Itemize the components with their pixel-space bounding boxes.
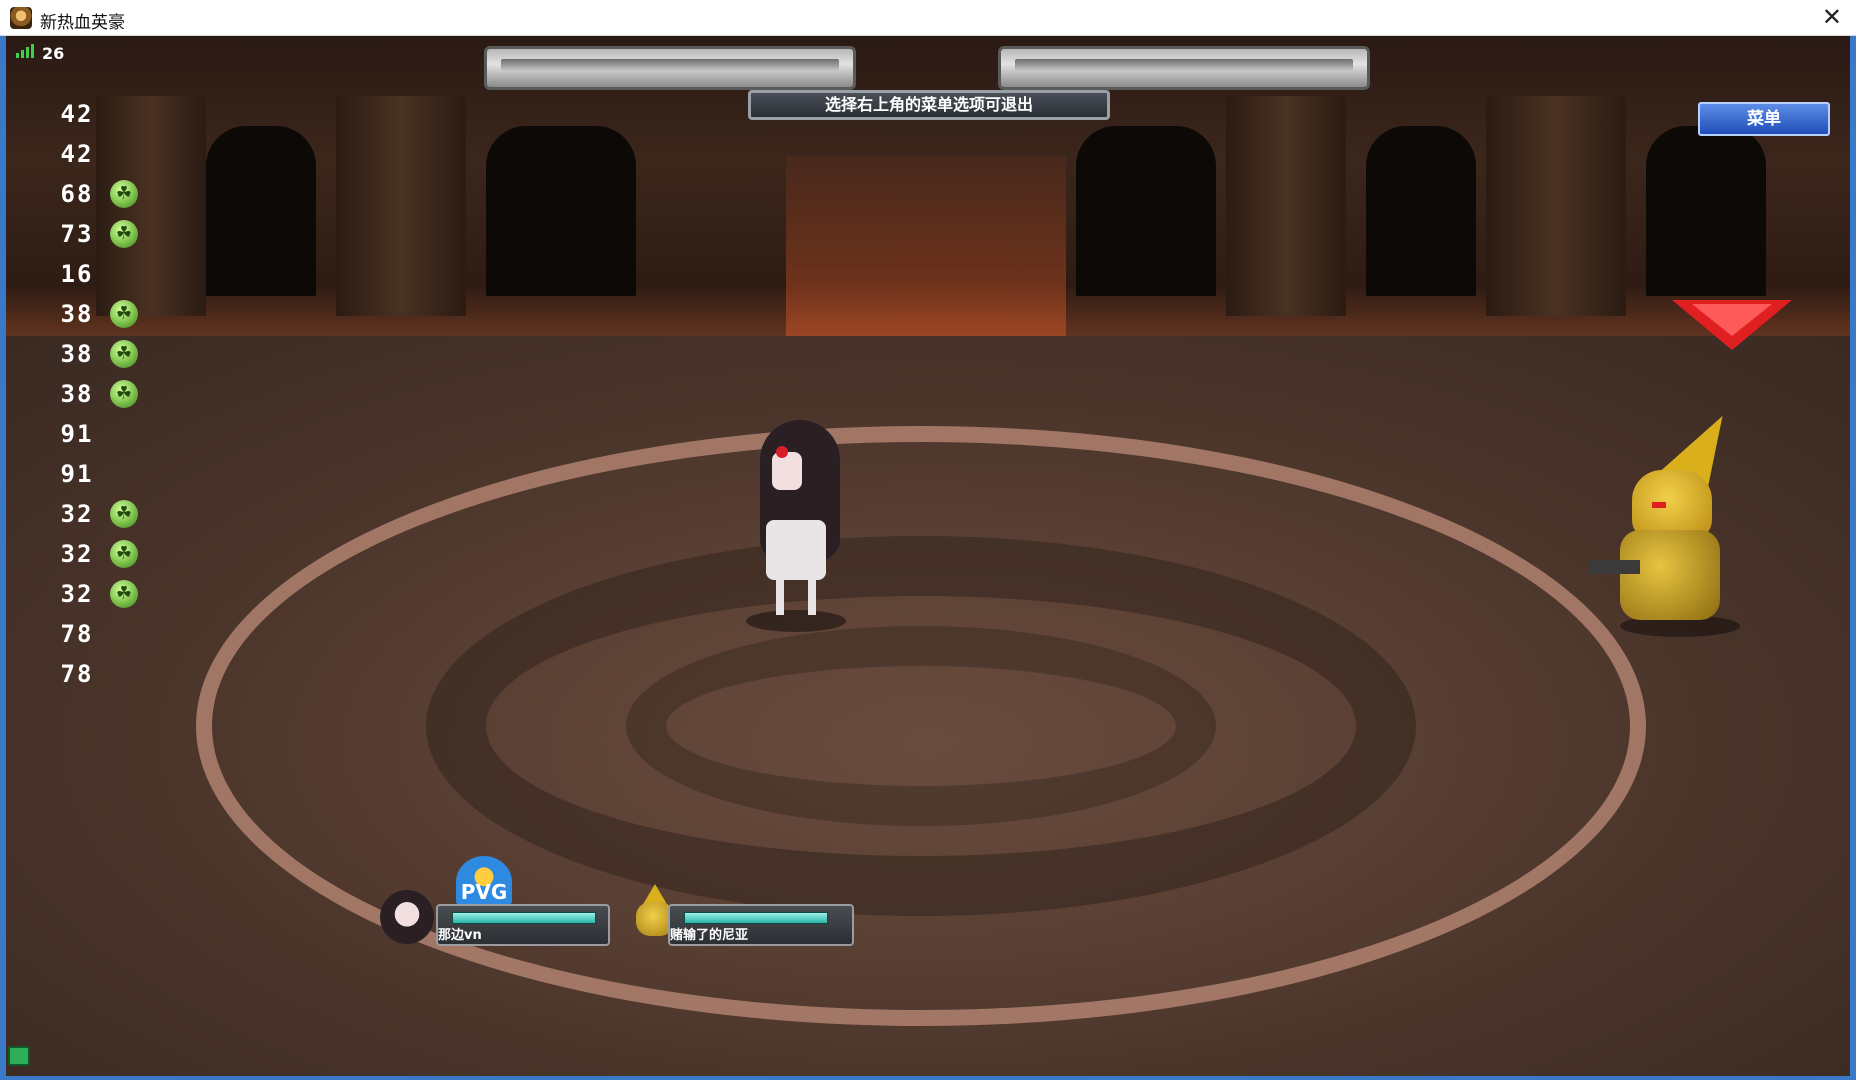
skill-cooldown-row: 16 [52,256,152,296]
skill-cooldown-value: 38 [60,300,94,328]
close-button[interactable]: ✕ [1822,3,1842,31]
skill-cooldown-row: 78 [52,656,152,696]
enemy-hp-bar [684,912,828,924]
skill-cooldown-value: 91 [60,460,94,488]
leaf-ready-icon: ☘ [110,220,138,248]
leaf-ready-icon: ☘ [110,540,138,568]
skill-cooldown-value: 38 [60,380,94,408]
arena-archway [1366,126,1476,296]
skill-cooldown-value: 42 [60,100,94,128]
arena-archway [1076,126,1216,296]
arena-pillar [1486,96,1626,316]
leaf-ready-icon: ☘ [110,580,138,608]
player-hp-bar [452,912,596,924]
window-title: 新热血英豪 [40,13,125,33]
enemy-weapon [1590,560,1640,574]
enemy-armor [1620,530,1720,620]
skill-cooldown-value: 68 [60,180,94,208]
pvp-badge-icon: PVG [456,856,512,908]
arena-archway [486,126,636,296]
fps-counter: 26 [42,44,65,63]
window-frame-bottom [0,1076,1856,1080]
skill-cooldown-row: 91 [52,416,152,456]
skill-cooldown-value: 32 [60,500,94,528]
leaf-ready-icon: ☘ [110,180,138,208]
player-unit-bar: 那边vn [436,904,610,946]
tray-icon[interactable] [8,1046,30,1066]
skill-cooldown-row: 78 [52,616,152,656]
arena-ring-core [626,626,1216,826]
team-hp-slot-right [998,46,1370,90]
leaf-ready-icon: ☘ [110,300,138,328]
skill-cooldown-row: 38 ☘ [52,336,152,376]
team-hp-slot-left [484,46,856,90]
enemy-marker-highlight [1692,304,1772,336]
skill-cooldown-row: 32 ☘ [52,576,152,616]
leaf-ready-icon: ☘ [110,500,138,528]
player-character [736,420,856,632]
skill-cooldown-row: 32 ☘ [52,536,152,576]
leaf-ready-icon: ☘ [110,380,138,408]
arena-archway [1646,126,1766,296]
leaf-ready-icon: ☘ [110,340,138,368]
skill-cooldown-value: 78 [60,620,94,648]
exit-hint-banner: 选择右上角的菜单选项可退出 [748,90,1110,120]
arena-gate-glow [786,156,1066,366]
skill-cooldown-value: 73 [60,220,94,248]
signal-icon [16,44,34,58]
player-name: 那边vn [438,928,482,943]
enemy-unit-bar: 赌输了的尼亚 [668,904,854,946]
arena-archway [206,126,316,296]
skill-cooldown-value: 91 [60,420,94,448]
window-frame-right [1850,36,1856,1080]
app-icon [10,7,32,29]
skill-cooldown-row: 42 [52,96,152,136]
enemy-eye [1652,502,1666,508]
skill-cooldown-value: 42 [60,140,94,168]
skill-cooldown-row: 68 ☘ [52,176,152,216]
skill-cooldown-row: 42 [52,136,152,176]
skill-cooldown-row: 91 [52,456,152,496]
skill-cooldown-value: 38 [60,340,94,368]
skill-cooldown-value: 78 [60,660,94,688]
enemy-name: 赌输了的尼亚 [670,928,749,943]
window-titlebar: 新热血英豪 ✕ [0,0,1856,36]
enemy-character [1580,401,1770,640]
menu-button[interactable]: 菜单 [1698,102,1830,136]
skill-cooldown-list: 42 42 68 ☘ 73 ☘ 16 38 ☘ 38 ☘ 38 ☘ 91 91 32 ☘ 32 ☘ 32 ☘ 78 78 [52,96,152,696]
skill-cooldown-value: 16 [60,260,94,288]
skill-cooldown-row: 32 ☘ [52,496,152,536]
player-hair-bow [776,446,788,458]
skill-cooldown-value: 32 [60,540,94,568]
player-portrait [380,890,434,944]
arena-pillar [1226,96,1346,316]
game-scene[interactable] [6,36,1850,1076]
skill-cooldown-row: 38 ☘ [52,296,152,336]
skill-cooldown-row: 73 ☘ [52,216,152,256]
skill-cooldown-value: 32 [60,580,94,608]
skill-cooldown-row: 38 ☘ [52,376,152,416]
player-legs [776,570,816,615]
arena-pillar [336,96,466,316]
player-face [772,452,802,490]
